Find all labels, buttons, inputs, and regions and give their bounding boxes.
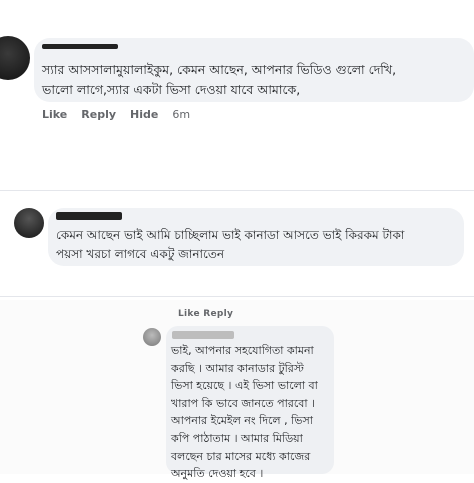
divider	[0, 296, 474, 297]
reply-link[interactable]: Reply	[81, 108, 116, 121]
comment-text-line: খারাপ কি ভাবে জানতে পারবো ।	[171, 396, 316, 410]
avatar[interactable]	[0, 36, 30, 80]
comment-text-line: করছি । আমার কানাডার টুরিস্ট	[171, 361, 304, 375]
divider	[0, 190, 474, 191]
comment-text-line: ভাই, আপনার সহযোগিতা কামনা	[171, 344, 314, 357]
comment-actions: Like Reply Hide 6m	[42, 108, 204, 121]
comment-text-line: বলছেন চার মাসের মধ্যে কাজের	[171, 449, 311, 463]
commenter-name[interactable]	[42, 44, 118, 49]
avatar[interactable]	[14, 208, 44, 238]
hide-link[interactable]: Hide	[130, 108, 158, 121]
comment-text-line: কেমন আছেন ভাই আমি চাচ্ছিলাম ভাই কানাডা আ…	[56, 228, 405, 242]
comment-text-line: ভালো লাগে,স্যার একটা ভিসা দেওয়া যাবে আম…	[42, 82, 301, 97]
commenter-name[interactable]	[172, 331, 234, 339]
comment-text-line: আপনার ইমেইল নং দিলে , ভিসা	[171, 414, 313, 428]
avatar[interactable]	[143, 328, 161, 346]
comment-text-line: স্যার আসসালামুয়ালাইকুম, কেমন আছেন, আপনা…	[42, 62, 397, 77]
like-link[interactable]: Like	[42, 108, 67, 121]
commenter-name[interactable]	[56, 212, 122, 220]
comment-text-line: পয়সা খরচা লাগবে একটু জানাতেন	[56, 247, 225, 261]
timestamp[interactable]: 6m	[172, 108, 190, 121]
comment-text-line: ভিসা হয়েছে । এই ভিসা ভালো বা	[171, 379, 318, 393]
cut-actions: Like Reply	[178, 309, 234, 319]
comment-text-line: কপি পাঠাতাম । আমার মিডিয়া	[171, 432, 303, 445]
